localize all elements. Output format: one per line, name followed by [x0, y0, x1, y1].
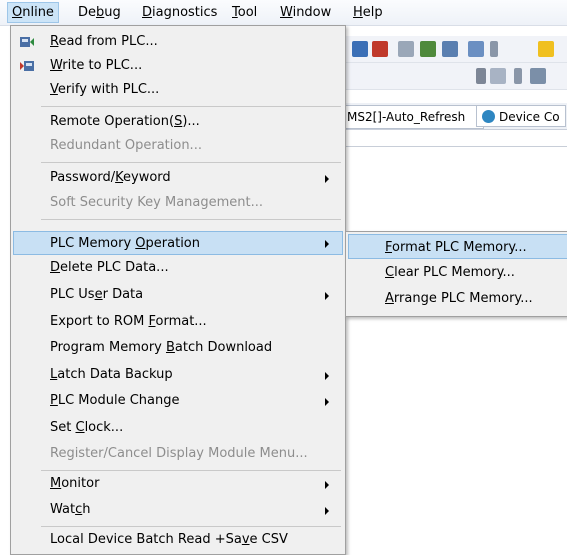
menu-separator [41, 470, 341, 471]
menu-item-export-to-rom[interactable]: Export to ROM Format... [13, 310, 343, 334]
device-read-icon[interactable] [352, 41, 368, 57]
menu-item-latch-data-backup[interactable]: Latch Data Backup [13, 363, 343, 387]
online-dropdown-menu: Read from PLC... Write to PLC... Verify … [10, 25, 346, 555]
menu-item-remote-operation[interactable]: Remote Operation(S)... [13, 110, 343, 134]
menu-separator [41, 526, 341, 527]
submenu-arrow-icon [325, 398, 329, 406]
menu-separator [41, 219, 341, 220]
menu-item-plc-user-data[interactable]: PLC User Data [13, 283, 343, 307]
document-icon[interactable] [490, 68, 506, 84]
menu-item-write-to-plc[interactable]: Write to PLC... [13, 54, 343, 78]
menu-separator [41, 106, 341, 107]
dropdown-arrow-icon[interactable] [490, 41, 498, 57]
menu-item-watch[interactable]: Watch [13, 498, 343, 522]
submenu-arrow-icon [325, 175, 329, 183]
toolbar-row-1 [338, 36, 567, 63]
menu-item-set-clock[interactable]: Set Clock... [13, 416, 343, 440]
submenu-arrow-icon [325, 292, 329, 300]
submenu-arrow-icon [325, 372, 329, 380]
menu-item-read-from-plc[interactable]: Read from PLC... [13, 30, 343, 54]
menu-item-plc-module-change[interactable]: PLC Module Change [13, 389, 343, 413]
menu-item-password-keyword[interactable]: Password/Keyword [13, 166, 343, 190]
menu-item-local-device-batch-read[interactable]: Local Device Batch Read +Save CSV [13, 528, 343, 552]
menu-item-delete-plc-data[interactable]: Delete PLC Data... [13, 256, 343, 280]
menu-window[interactable]: Window [276, 3, 335, 22]
toolbar-tool-icon[interactable] [538, 41, 554, 57]
divider [338, 146, 567, 147]
device-write-icon[interactable] [372, 41, 388, 57]
toolbar-row-2 [338, 63, 567, 90]
submenu-item-arrange-plc-memory[interactable]: Arrange PLC Memory... [348, 286, 567, 311]
dropdown-arrow-icon[interactable] [514, 68, 522, 84]
menu-diagnostics[interactable]: Diagnostics [138, 3, 221, 22]
f5-ladder-icon[interactable] [530, 68, 546, 84]
menu-separator [41, 162, 341, 163]
menu-item-program-memory-batch-download[interactable]: Program Memory Batch Download [13, 336, 343, 360]
menu-item-soft-security-key: Soft Security Key Management... [50, 195, 264, 210]
read-from-plc-icon [20, 37, 34, 47]
toolbar-tool-icon[interactable] [420, 41, 436, 57]
toolbar-tool-icon[interactable] [398, 41, 414, 57]
editor-area [338, 130, 567, 553]
menu-bar: Online Debug Diagnostics Tool Window Hel… [0, 0, 567, 26]
editor-tab-bar: MS2[]-Auto_Refresh Device Co [338, 103, 567, 130]
menu-online[interactable]: Online [7, 2, 59, 23]
menu-item-plc-memory-operation[interactable]: PLC Memory Operation [13, 231, 343, 255]
submenu-item-clear-plc-memory[interactable]: Clear PLC Memory... [348, 260, 567, 285]
submenu-item-format-plc-memory[interactable]: Format PLC Memory... [348, 234, 567, 259]
submenu-arrow-icon [325, 240, 329, 248]
toolbar-tool-icon[interactable] [442, 41, 458, 57]
menu-item-register-cancel-display-module: Register/Cancel Display Module Menu... [50, 446, 308, 461]
monitor-icon[interactable] [468, 41, 484, 57]
menu-tool[interactable]: Tool [228, 3, 261, 22]
tab-auto-refresh[interactable]: MS2[]-Auto_Refresh [340, 105, 484, 129]
tab-device-comment[interactable]: Device Co [476, 105, 566, 127]
menu-item-monitor[interactable]: Monitor [13, 472, 343, 496]
device-comment-icon [482, 110, 495, 123]
submenu-arrow-icon [325, 481, 329, 489]
write-to-plc-icon [20, 61, 34, 71]
menu-item-redundant-operation: Redundant Operation... [50, 138, 202, 153]
menu-help[interactable]: Help [349, 3, 387, 22]
submenu-arrow-icon [325, 507, 329, 515]
menu-debug[interactable]: Debug [74, 3, 125, 22]
menu-item-verify-with-plc[interactable]: Verify with PLC... [13, 78, 343, 102]
dropdown-arrow-icon[interactable] [476, 68, 486, 84]
plc-memory-operation-submenu: Format PLC Memory... Clear PLC Memory...… [345, 231, 567, 317]
